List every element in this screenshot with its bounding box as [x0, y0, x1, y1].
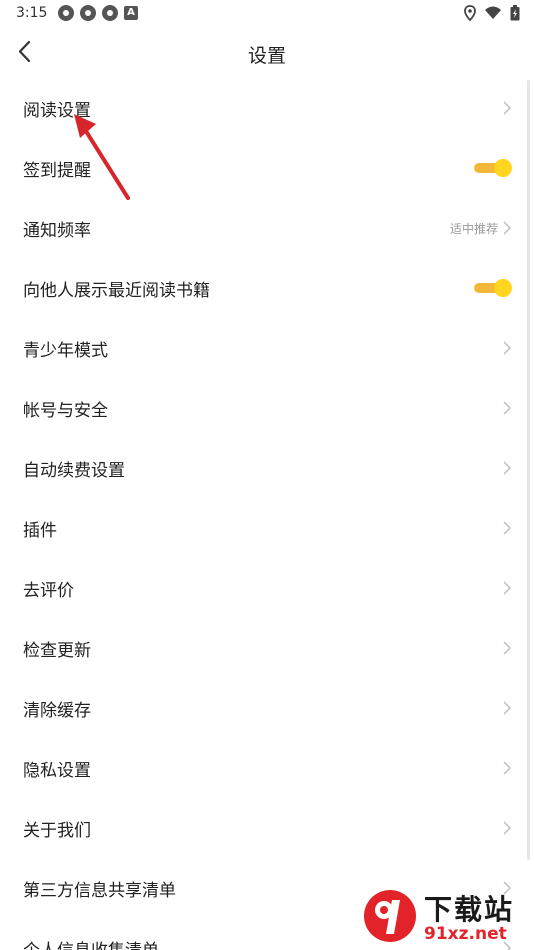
settings-row-label: 签到提醒 [23, 160, 91, 181]
settings-row[interactable]: 向他人展示最近阅读书籍 [0, 258, 534, 318]
settings-row-label: 检查更新 [23, 640, 91, 661]
settings-row[interactable]: 关于我们 [0, 798, 534, 858]
settings-row[interactable]: 去评价 [0, 558, 534, 618]
settings-row[interactable]: 青少年模式 [0, 318, 534, 378]
settings-row[interactable]: 隐私设置 [0, 738, 534, 798]
settings-row[interactable]: 签到提醒 [0, 138, 534, 198]
toggle-knob [494, 279, 512, 297]
watermark-logo [364, 890, 416, 942]
settings-row-label: 去评价 [23, 580, 74, 601]
scrollbar[interactable] [527, 80, 530, 860]
settings-row-label: 青少年模式 [23, 340, 108, 361]
chevron-right-icon [503, 761, 511, 775]
chevron-right-icon [503, 221, 511, 235]
settings-row[interactable]: 检查更新 [0, 618, 534, 678]
settings-row[interactable]: 帐号与安全 [0, 378, 534, 438]
settings-row-label: 自动续费设置 [23, 460, 125, 481]
watermark: 下载站 91xz.net [354, 880, 534, 950]
chevron-right-icon [503, 401, 511, 415]
notification-icons: A [58, 5, 138, 21]
app-notification-icon [102, 5, 118, 21]
status-time: 3:15 [16, 5, 48, 21]
settings-row-label: 通知频率 [23, 220, 91, 241]
settings-row[interactable]: 阅读设置 [0, 78, 534, 138]
settings-row-label: 关于我们 [23, 820, 91, 841]
toggle-switch[interactable] [474, 279, 512, 297]
watermark-url: 91xz.net [424, 924, 507, 944]
system-icons [464, 5, 520, 21]
wifi-icon [485, 6, 501, 19]
top-bar: 设置 [0, 28, 534, 76]
settings-row[interactable]: 清除缓存 [0, 678, 534, 738]
chevron-right-icon [503, 521, 511, 535]
chevron-right-icon [503, 341, 511, 355]
chevron-right-icon [503, 701, 511, 715]
settings-row-label: 隐私设置 [23, 760, 91, 781]
chevron-right-icon [503, 581, 511, 595]
settings-row-label: 帐号与安全 [23, 400, 108, 421]
settings-row-label: 插件 [23, 520, 57, 541]
location-icon [464, 5, 476, 21]
status-bar: 3:15 A [0, 0, 534, 28]
chevron-right-icon [503, 821, 511, 835]
battery-icon [510, 5, 520, 21]
a-notification-icon: A [124, 6, 138, 20]
app-notification-icon [80, 5, 96, 21]
settings-row-label: 向他人展示最近阅读书籍 [23, 280, 210, 301]
settings-row-label: 清除缓存 [23, 700, 91, 721]
settings-list: 阅读设置签到提醒通知频率 适中推荐向他人展示最近阅读书籍 青少年模式帐号与安全自动续… [0, 78, 534, 950]
page-title: 设置 [247, 45, 286, 67]
watermark-title: 下载站 [424, 893, 515, 926]
chevron-right-icon [503, 641, 511, 655]
settings-row[interactable]: 自动续费设置 [0, 438, 534, 498]
chevron-right-icon [503, 101, 511, 115]
settings-row[interactable]: 插件 [0, 498, 534, 558]
toggle-switch[interactable] [474, 159, 512, 177]
settings-row-value: 适中推荐 [449, 221, 498, 236]
settings-row[interactable]: 通知频率 适中推荐 [0, 198, 534, 258]
toggle-knob [494, 159, 512, 177]
chevron-right-icon [503, 461, 511, 475]
app-notification-icon [58, 5, 74, 21]
settings-row-label: 阅读设置 [23, 100, 91, 121]
